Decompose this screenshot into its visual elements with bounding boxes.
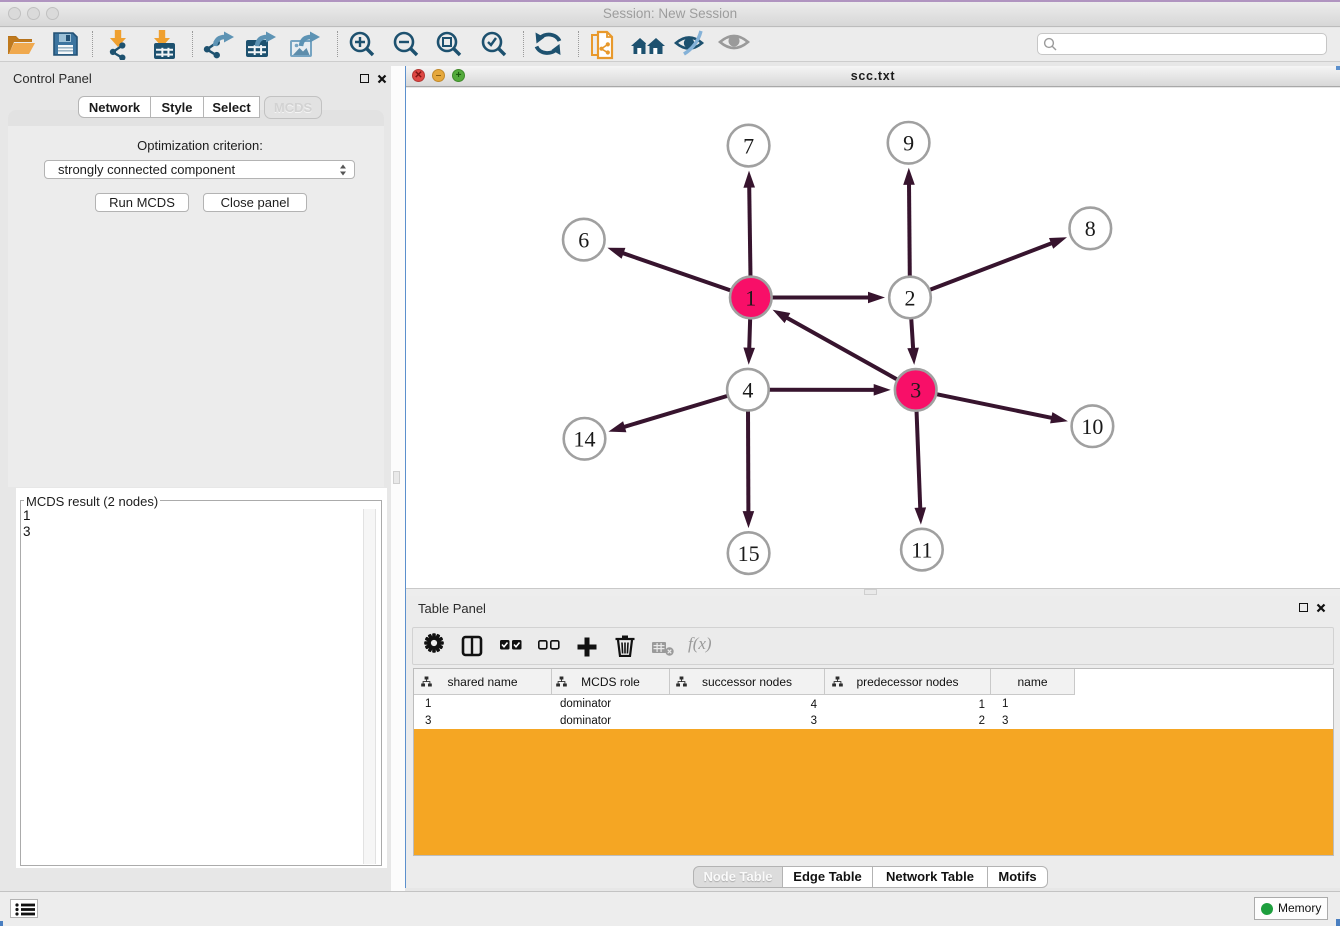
- svg-text:14: 14: [574, 427, 596, 452]
- svg-text:4: 4: [742, 378, 753, 403]
- svg-text:10: 10: [1081, 414, 1103, 439]
- svg-text:6: 6: [578, 227, 589, 252]
- svg-text:2: 2: [905, 285, 916, 310]
- svg-text:8: 8: [1085, 216, 1096, 241]
- svg-text:9: 9: [903, 131, 914, 156]
- svg-text:11: 11: [911, 537, 932, 562]
- svg-text:7: 7: [743, 133, 754, 158]
- svg-text:1: 1: [745, 285, 756, 310]
- svg-text:3: 3: [910, 378, 921, 403]
- svg-text:15: 15: [738, 541, 760, 566]
